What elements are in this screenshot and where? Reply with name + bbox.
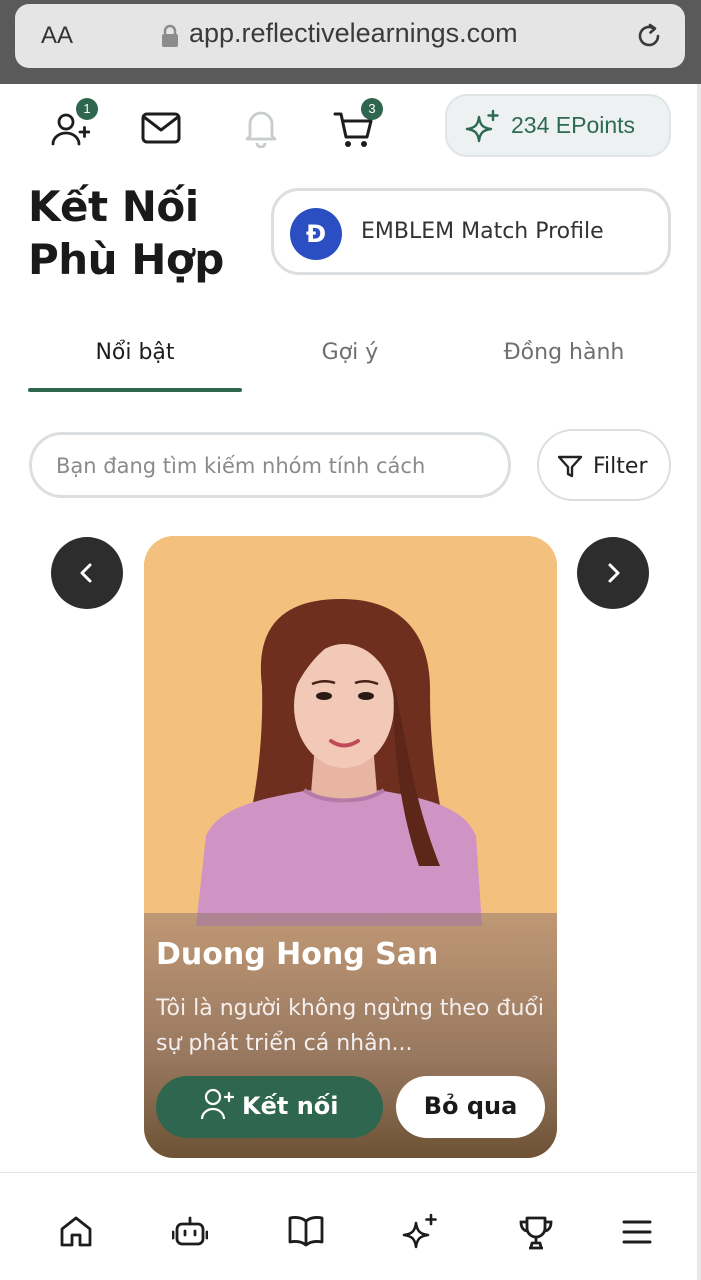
next-profile-button[interactable]: [577, 537, 649, 609]
url-text: app.reflectivelearnings.com: [189, 18, 518, 48]
epoints-label: 234 EPoints: [511, 112, 636, 138]
text-size-label: AA: [41, 22, 74, 49]
messages-button[interactable]: [141, 112, 181, 148]
filter-label: Filter: [593, 454, 648, 479]
home-icon[interactable]: [59, 1215, 93, 1249]
profile-card[interactable]: Duong Hong San Tôi là người không ngừng …: [144, 536, 557, 1158]
emblem-label: EMBLEM Match Profile: [361, 219, 604, 244]
filter-button[interactable]: Filter: [537, 429, 671, 501]
trophy-icon[interactable]: [518, 1215, 554, 1251]
robot-icon[interactable]: [172, 1215, 208, 1249]
address-bar[interactable]: AA app.reflectivelearnings.com: [15, 4, 685, 68]
search-input[interactable]: [56, 449, 496, 483]
profile-bio: Tôi là người không ngừng theo đuổi sự ph…: [156, 996, 544, 1056]
search-box[interactable]: [29, 432, 511, 498]
page-edge: [697, 84, 701, 1280]
friend-requests-button[interactable]: 1: [50, 98, 98, 154]
add-user-icon: [200, 1088, 234, 1120]
profile-name: Duong Hong San: [156, 937, 439, 972]
book-icon[interactable]: [288, 1215, 324, 1247]
bell-icon: [245, 111, 277, 149]
active-tab-indicator: [28, 388, 242, 392]
emblem-logo: Đ: [290, 208, 342, 260]
cart-badge: 3: [361, 98, 383, 120]
bottom-nav: [0, 1172, 701, 1280]
tab-goi-y[interactable]: Gợi ý: [243, 340, 457, 365]
page-title: Kết Nối Phù Hợp: [28, 182, 224, 284]
sparkles-icon: [465, 109, 499, 143]
connect-label: Kết nối: [242, 1092, 339, 1120]
tab-noi-bat[interactable]: Nổi bật: [28, 340, 242, 365]
chevron-right-icon: [608, 563, 620, 583]
cart-button[interactable]: 3: [333, 98, 383, 154]
previous-profile-button[interactable]: [51, 537, 123, 609]
skip-label: Bỏ qua: [423, 1092, 518, 1120]
friend-requests-badge: 1: [76, 98, 98, 120]
reload-icon[interactable]: [633, 20, 665, 52]
emblem-match-profile-button[interactable]: Đ EMBLEM Match Profile: [271, 188, 671, 275]
browser-toolbar: AA app.reflectivelearnings.com: [0, 0, 701, 84]
lock-icon: [162, 24, 178, 47]
profile-info-overlay: Duong Hong San Tôi là người không ngừng …: [144, 913, 557, 1158]
sparkles-icon[interactable]: [402, 1213, 440, 1251]
connect-button[interactable]: Kết nối: [156, 1076, 383, 1138]
tab-dong-hanh[interactable]: Đồng hành: [457, 340, 671, 365]
mail-icon: [141, 112, 181, 144]
menu-icon[interactable]: [622, 1219, 652, 1245]
chevron-left-icon: [80, 563, 92, 583]
filter-icon: [557, 455, 583, 478]
notifications-button[interactable]: [242, 106, 280, 152]
text-size-button[interactable]: AA: [41, 22, 73, 50]
skip-button[interactable]: Bỏ qua: [396, 1076, 545, 1138]
epoints-button[interactable]: 234 EPoints: [445, 94, 671, 157]
